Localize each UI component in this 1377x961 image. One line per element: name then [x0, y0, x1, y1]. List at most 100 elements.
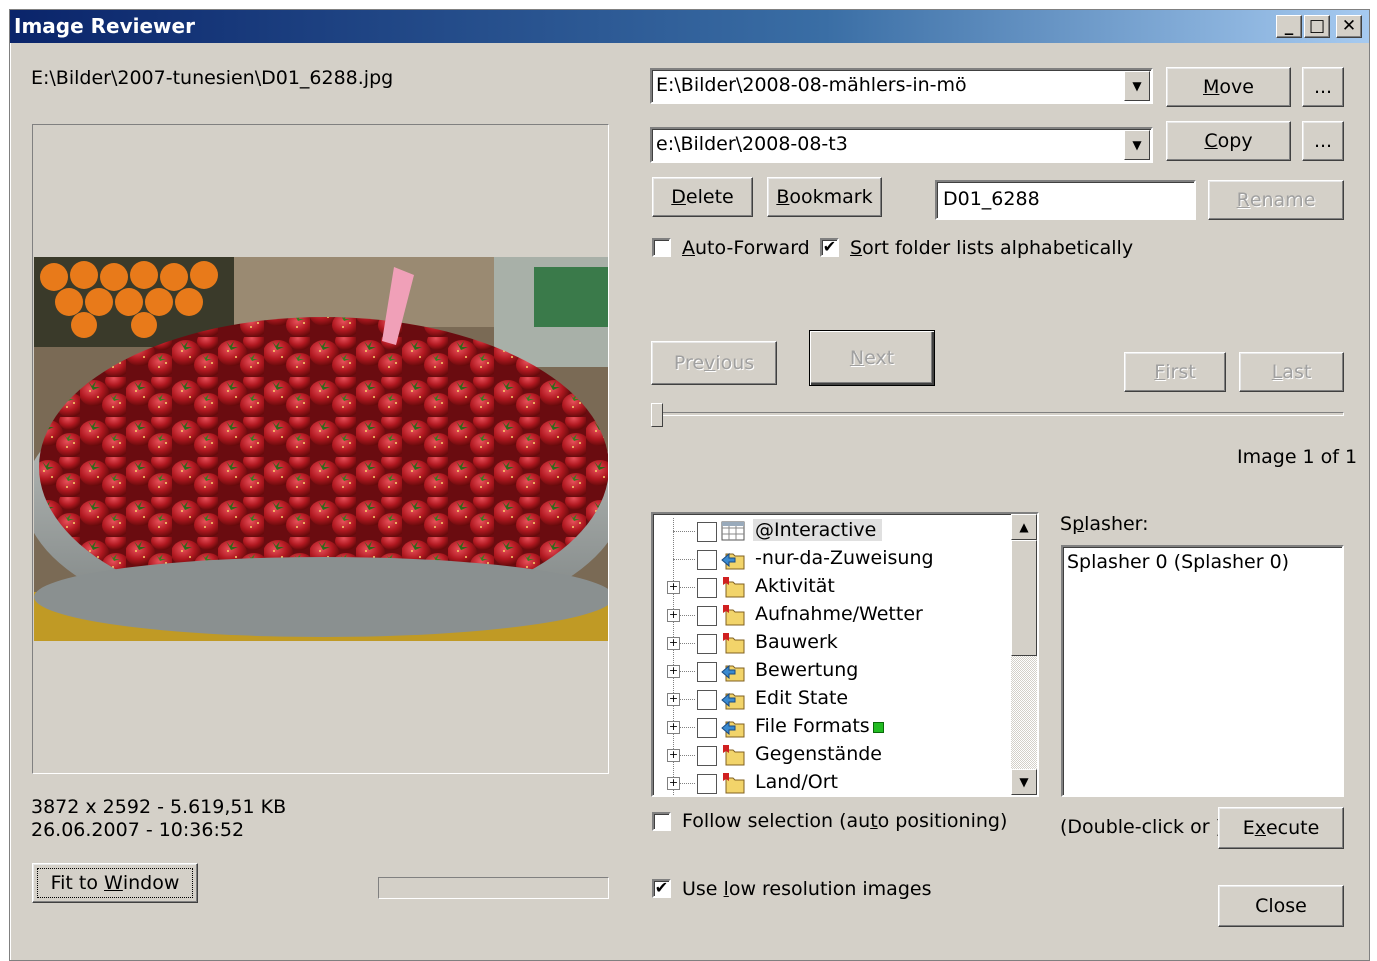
- delete-label: elete: [685, 186, 734, 208]
- previous-label-rest: ious: [715, 352, 755, 374]
- follow-mnemonic: t: [870, 810, 878, 832]
- previous-button[interactable]: Pre v ious: [651, 341, 777, 385]
- auto-forward-checkbox[interactable]: [652, 238, 671, 257]
- tree-item[interactable]: + Bewertung: [653, 657, 1003, 685]
- tree-item-checkbox[interactable]: [697, 522, 717, 542]
- first-label: irst: [1165, 361, 1196, 383]
- image-slider-track[interactable]: [652, 412, 1344, 416]
- delete-button[interactable]: Delete: [652, 177, 753, 217]
- scroll-up-icon[interactable]: ▲: [1011, 514, 1037, 540]
- sort-folders-checkbox[interactable]: ✔: [820, 238, 839, 257]
- expand-icon[interactable]: +: [667, 637, 680, 650]
- sort-mnemonic: S: [850, 237, 863, 259]
- folder-arrow-icon: [721, 552, 745, 570]
- close-window-button[interactable]: ✕: [1336, 15, 1362, 38]
- execute-button[interactable]: Ex ecute: [1218, 807, 1344, 849]
- tree-item-checkbox[interactable]: [697, 662, 717, 682]
- tree-item-checkbox[interactable]: [697, 606, 717, 626]
- expand-icon[interactable]: +: [667, 581, 680, 594]
- minimize-icon: _: [1284, 16, 1294, 36]
- move-button[interactable]: Move: [1166, 67, 1291, 107]
- copy-button[interactable]: Copy: [1166, 121, 1291, 161]
- tree-item-checkbox[interactable]: [697, 634, 717, 654]
- tree-item-label: Bewertung: [755, 659, 859, 681]
- image-preview-frame: [32, 124, 609, 774]
- execute-label: E: [1242, 817, 1255, 839]
- low-resolution-label[interactable]: Use low resolution images: [682, 878, 931, 900]
- splasher-list-item[interactable]: Splasher 0 (Splasher 0): [1067, 551, 1338, 573]
- splasher-label-text: S: [1060, 513, 1073, 535]
- chevron-down-icon[interactable]: ▼: [1124, 71, 1150, 101]
- copy-destination-combo[interactable]: e:\Bilder\2008-08-t3 ▼: [650, 127, 1153, 163]
- expand-icon[interactable]: +: [667, 693, 680, 706]
- first-button[interactable]: First: [1124, 352, 1226, 392]
- sort-folders-label[interactable]: Sort folder lists alphabetically: [850, 237, 1133, 259]
- follow-selection-checkbox[interactable]: [652, 812, 671, 831]
- tree-item-checkbox[interactable]: [697, 774, 717, 794]
- scrollbar-thumb[interactable]: [1011, 540, 1037, 656]
- move-destination-combo[interactable]: E:\Bilder\2008-08-mählers-in-mö ▼: [650, 68, 1153, 104]
- ellipsis-icon: ...: [1313, 76, 1333, 98]
- tree-item-checkbox[interactable]: [697, 746, 717, 766]
- tree-item[interactable]: + Aktivität: [653, 573, 1003, 601]
- folder-tag-icon: [723, 577, 745, 598]
- splasher-list[interactable]: Splasher 0 (Splasher 0): [1061, 545, 1344, 797]
- tree-item[interactable]: + Land/Ort: [653, 769, 1003, 795]
- expand-icon[interactable]: +: [667, 777, 680, 790]
- tree-item[interactable]: + File Formats: [653, 713, 1003, 741]
- next-button[interactable]: Next: [809, 330, 935, 386]
- expand-icon[interactable]: +: [667, 749, 680, 762]
- bookmark-button[interactable]: Bookmark: [767, 177, 882, 217]
- copy-destination-value: e:\Bilder\2008-08-t3: [656, 133, 848, 155]
- green-status-marker: [873, 722, 884, 733]
- auto-forward-mnemonic: A: [682, 237, 695, 259]
- maximize-button[interactable]: □: [1304, 15, 1330, 38]
- close-icon: ✕: [1341, 16, 1357, 36]
- follow-text: Follow selection (au: [682, 810, 871, 832]
- tree-item[interactable]: + Gegenstände: [653, 741, 1003, 769]
- tree-item[interactable]: + Bauwerk: [653, 629, 1003, 657]
- lowres-text: Use: [682, 878, 724, 900]
- image-dimensions-label: 3872 x 2592 - 5.619,51 KB: [31, 796, 287, 818]
- category-tree[interactable]: @Interactive -nur-da-Zuweisung + Aktivität +…: [651, 512, 1039, 797]
- chevron-down-icon[interactable]: ▼: [1124, 130, 1150, 160]
- fit-to-window-mnemonic: W: [104, 872, 123, 894]
- follow-text-rest: o positioning): [877, 810, 1008, 832]
- copy-mnemonic: C: [1204, 130, 1218, 152]
- strawberries-photo: [34, 257, 608, 641]
- tree-item-checkbox[interactable]: [697, 578, 717, 598]
- last-button[interactable]: Last: [1239, 352, 1344, 392]
- tree-item[interactable]: + Aufnahme/Wetter: [653, 601, 1003, 629]
- minimize-button[interactable]: _: [1276, 15, 1302, 38]
- rename-input[interactable]: D01_6288: [935, 180, 1196, 220]
- tree-item-checkbox[interactable]: [697, 718, 717, 738]
- rename-button[interactable]: Rename: [1208, 180, 1344, 220]
- bookmark-label: ookmark: [789, 186, 873, 208]
- fit-to-window-button[interactable]: Fit to Window: [32, 863, 198, 903]
- tree-item-checkbox[interactable]: [697, 550, 717, 570]
- expand-icon[interactable]: +: [667, 721, 680, 734]
- image-slider-thumb[interactable]: [651, 403, 663, 427]
- next-label: ext: [864, 347, 895, 369]
- folder-arrow-icon: [721, 720, 745, 738]
- tree-item[interactable]: -nur-da-Zuweisung: [653, 545, 1003, 573]
- tree-item-label: Gegenstände: [755, 743, 882, 765]
- auto-forward-label[interactable]: Auto-Forward: [682, 237, 810, 259]
- tree-item-label: Aktivität: [755, 575, 835, 597]
- scroll-down-icon[interactable]: ▼: [1011, 769, 1037, 795]
- move-browse-button[interactable]: ...: [1302, 67, 1344, 107]
- low-resolution-checkbox[interactable]: ✔: [652, 879, 671, 898]
- copy-browse-button[interactable]: ...: [1302, 121, 1344, 161]
- follow-selection-label[interactable]: Follow selection (auto positioning): [682, 810, 1007, 832]
- expand-icon[interactable]: +: [667, 609, 680, 622]
- tree-item[interactable]: + Edit State: [653, 685, 1003, 713]
- window-title: Image Reviewer: [14, 14, 195, 38]
- ellipsis-icon: ...: [1313, 130, 1333, 152]
- splasher-label-rest: lasher:: [1084, 513, 1149, 535]
- execute-mnemonic: x: [1254, 817, 1266, 839]
- expand-icon[interactable]: +: [667, 665, 680, 678]
- tree-item-checkbox[interactable]: [697, 690, 717, 710]
- tree-item[interactable]: @Interactive: [653, 517, 1003, 545]
- tree-scrollbar[interactable]: ▲ ▼: [1011, 514, 1037, 795]
- close-button[interactable]: Close: [1218, 885, 1344, 927]
